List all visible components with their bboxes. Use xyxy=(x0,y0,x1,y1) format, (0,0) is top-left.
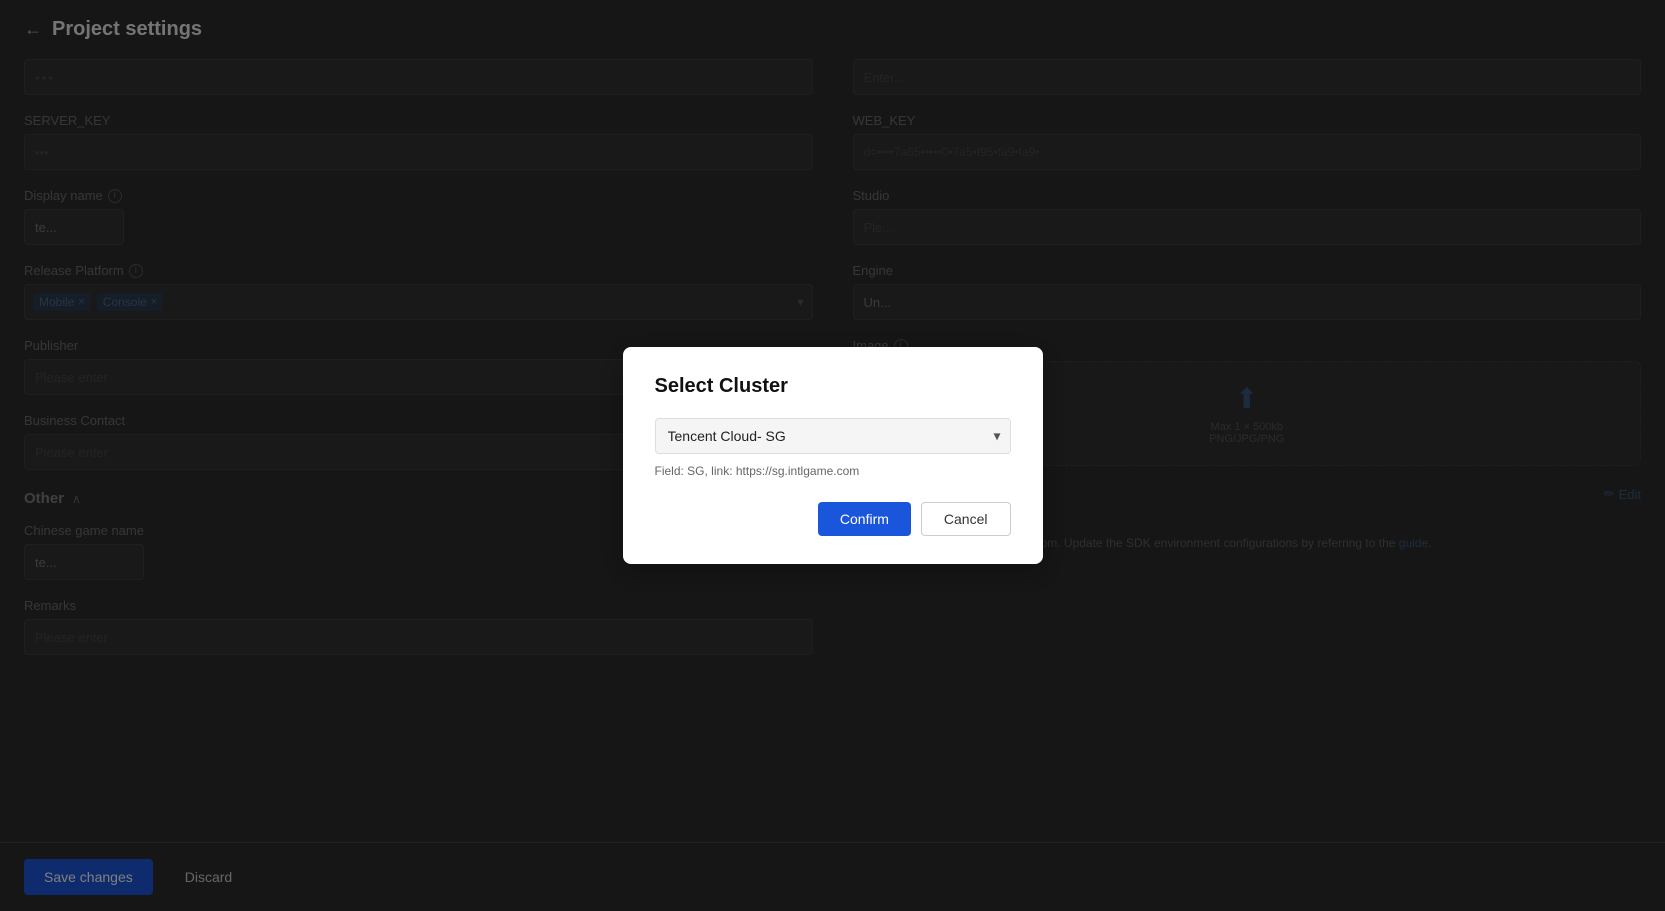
confirm-button[interactable]: Confirm xyxy=(818,502,911,536)
modal-actions: Confirm Cancel xyxy=(655,502,1011,536)
cluster-select[interactable]: Tencent Cloud- SG Tencent Cloud- US Tenc… xyxy=(655,418,1011,454)
modal-overlay: Select Cluster Tencent Cloud- SG Tencent… xyxy=(0,0,1665,911)
modal-select-wrapper: Tencent Cloud- SG Tencent Cloud- US Tenc… xyxy=(655,418,1011,454)
modal-title: Select Cluster xyxy=(655,375,1011,398)
modal-field-info: Field: SG, link: https://sg.intlgame.com xyxy=(655,464,1011,478)
cancel-button[interactable]: Cancel xyxy=(921,502,1011,536)
page-wrapper: ← Project settings SERVER_KEY Display na… xyxy=(0,0,1665,911)
select-cluster-modal: Select Cluster Tencent Cloud- SG Tencent… xyxy=(623,347,1043,564)
